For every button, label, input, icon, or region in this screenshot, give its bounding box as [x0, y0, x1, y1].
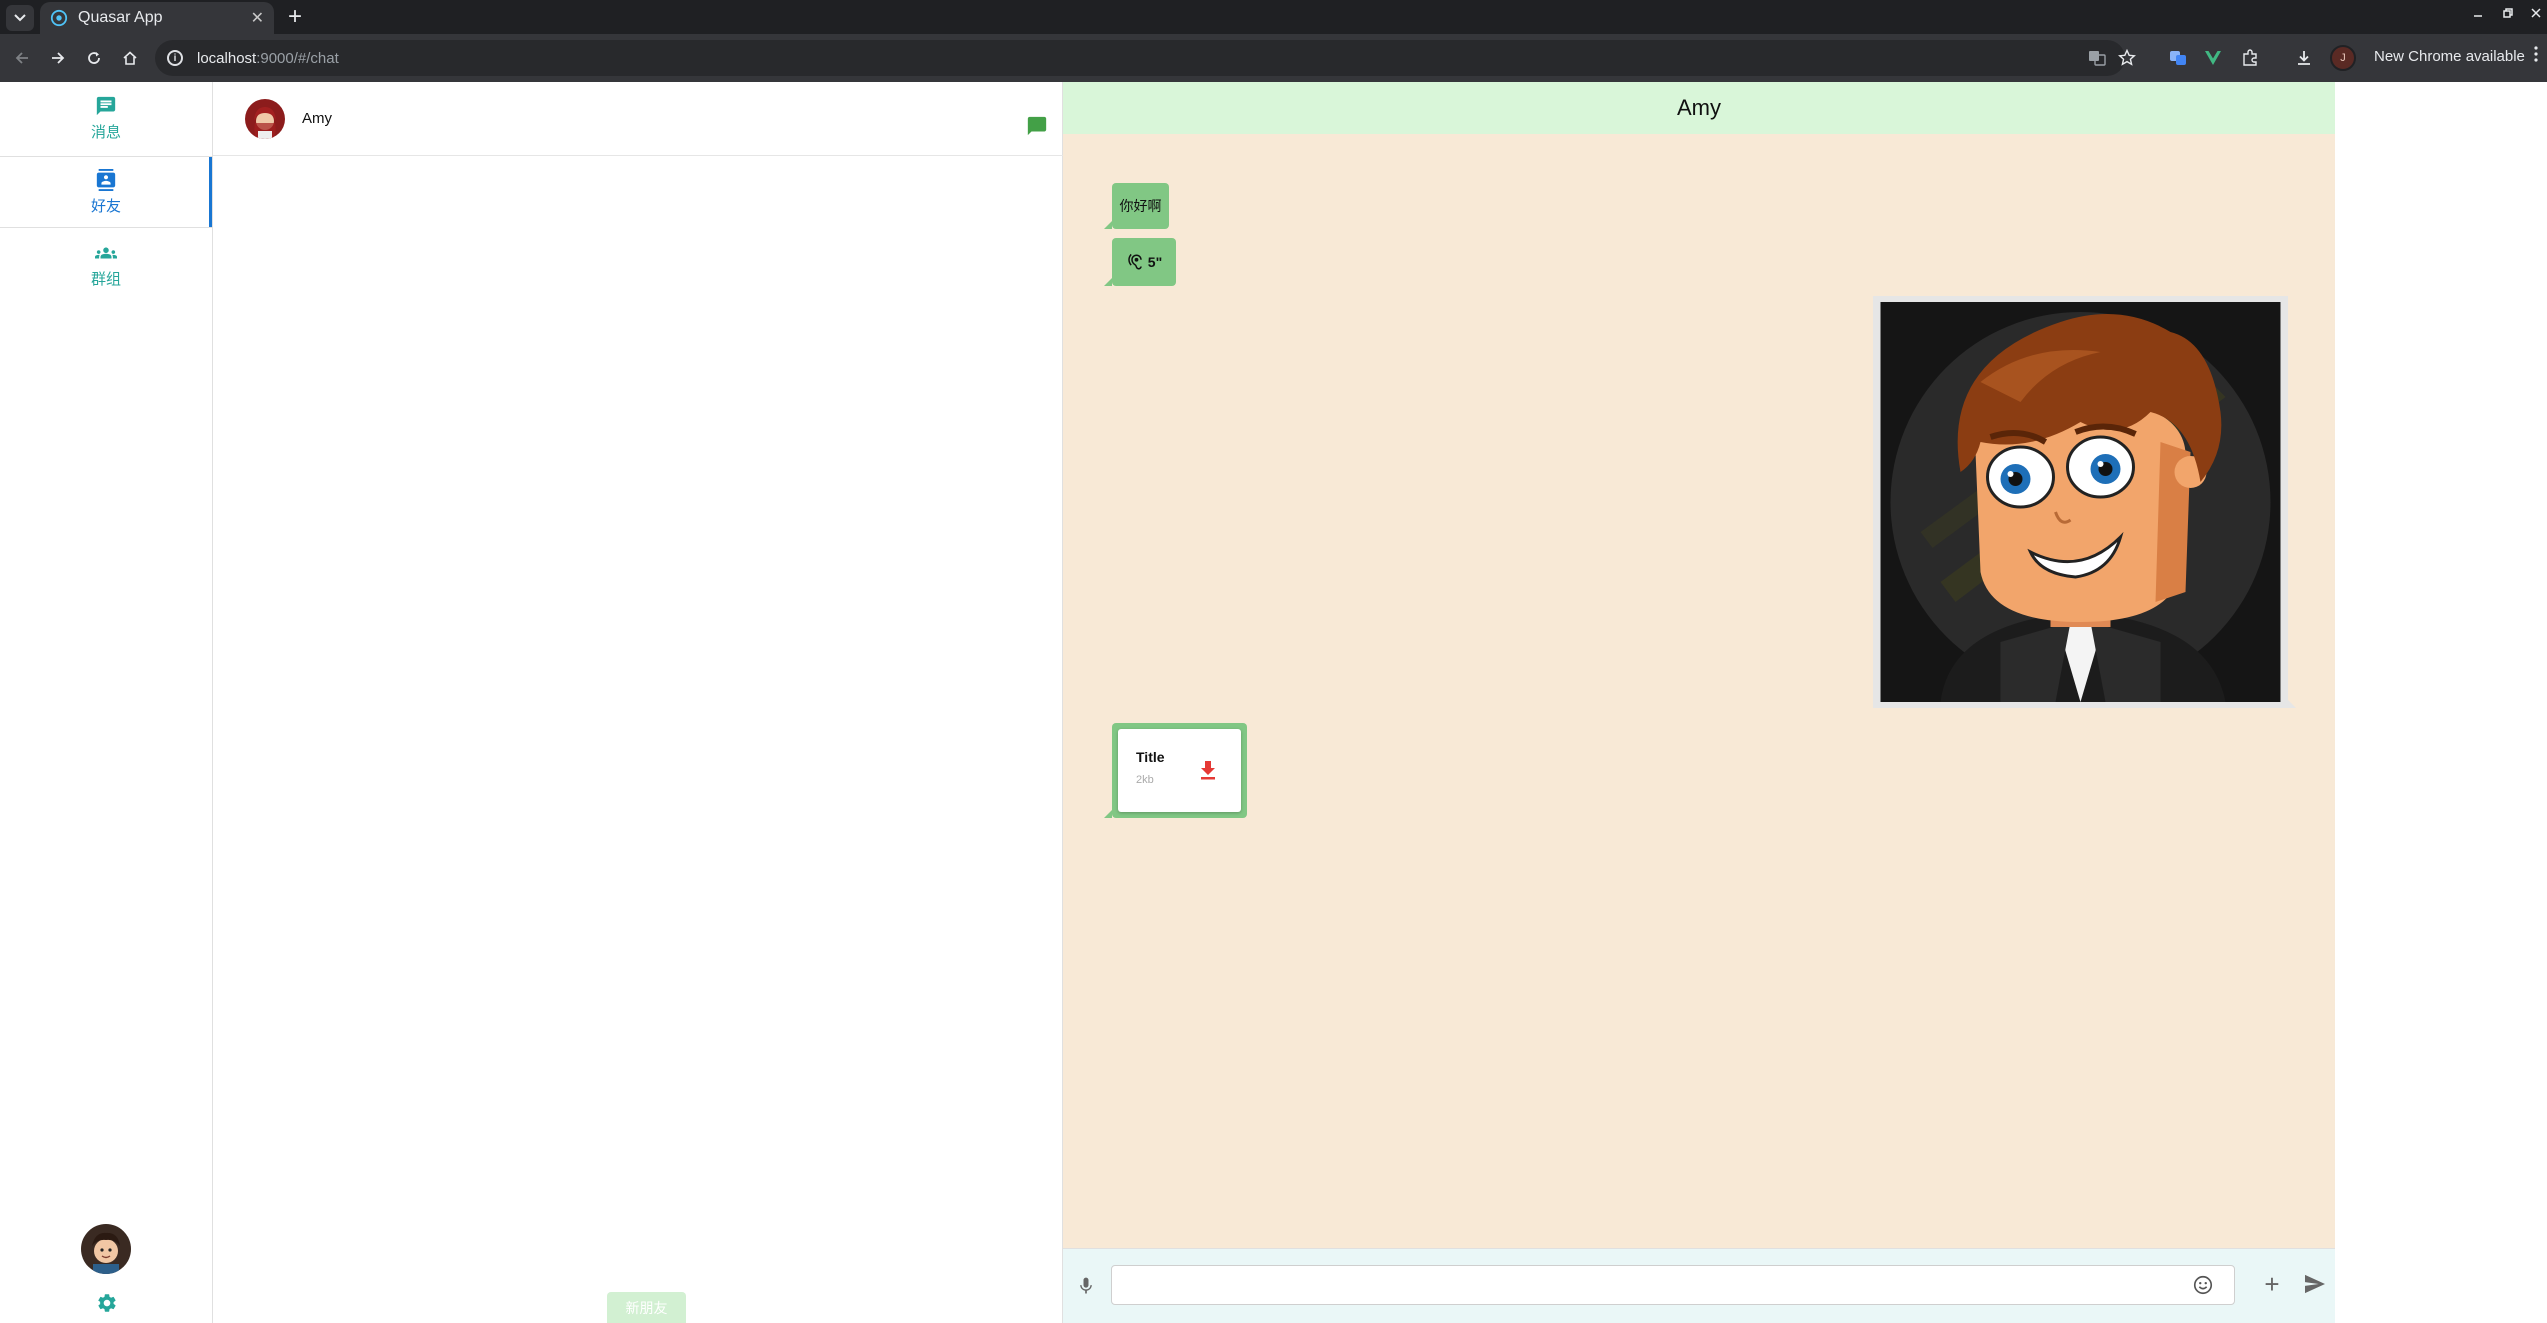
contact-avatar — [245, 98, 285, 139]
empty-right-area — [2335, 82, 2547, 1323]
translate-icon[interactable] — [2085, 46, 2109, 70]
image-message[interactable] — [1873, 296, 2296, 708]
chrome-menu-icon[interactable] — [2534, 46, 2538, 67]
message-input[interactable] — [1111, 1265, 2235, 1305]
contact-name: Amy — [302, 110, 332, 127]
contact-avatar-image — [245, 98, 285, 139]
group-icon — [95, 247, 117, 258]
send-icon[interactable] — [2304, 1274, 2328, 1296]
download-icon[interactable] — [1198, 759, 1218, 781]
chat-panel: Amy 你好啊 5" Title 2kb + — [1063, 82, 2335, 1323]
extensions-puzzle-icon[interactable] — [2238, 46, 2262, 70]
microphone-icon[interactable] — [1076, 1275, 1096, 1297]
browser-tab[interactable]: Quasar App ✕ — [40, 2, 274, 34]
close-window-icon[interactable] — [2530, 6, 2542, 24]
new-tab-button[interactable]: + — [282, 3, 308, 31]
site-info-icon[interactable]: i — [167, 50, 183, 66]
browser-toolbar: i localhost :9000/#/chat J New Chrome av… — [0, 34, 2547, 82]
avatar-cartoon-image — [1880, 302, 2281, 702]
quasar-logo-icon — [50, 9, 68, 27]
sidebar-item-label: 好友 — [90, 197, 121, 215]
url-path: :9000/#/chat — [256, 49, 339, 67]
forward-icon[interactable] — [46, 46, 70, 70]
sidebar-item-label: 群组 — [90, 270, 121, 288]
tab-close-icon[interactable]: ✕ — [251, 8, 264, 28]
chrome-update-notice[interactable]: New Chrome available — [2374, 48, 2525, 65]
contacts-icon — [96, 168, 116, 191]
message-input-bar: + — [1063, 1248, 2335, 1323]
vue-devtools-icon[interactable] — [2201, 46, 2225, 70]
tab-title: Quasar App — [78, 9, 163, 26]
back-icon[interactable] — [10, 46, 34, 70]
address-bar[interactable]: i localhost :9000/#/chat — [155, 40, 2125, 76]
url-host: localhost — [197, 49, 257, 67]
message-icon[interactable] — [1026, 115, 1048, 137]
add-attachment-icon[interactable]: + — [2259, 1271, 2285, 1297]
chat-icon — [96, 96, 116, 115]
text-message[interactable]: 你好啊 — [1104, 183, 1169, 229]
extension-translate-icon[interactable] — [2166, 46, 2190, 70]
file-size: 2kb — [1136, 774, 1154, 786]
tab-search-button[interactable] — [6, 5, 34, 31]
home-icon[interactable] — [118, 46, 142, 70]
chevron-down-icon — [14, 14, 26, 22]
sidebar-item-messages[interactable]: 消息 — [0, 82, 212, 154]
sidebar: 消息 好友 群组 — [0, 82, 213, 1323]
message-text: 你好啊 — [1119, 198, 1162, 214]
chat-title: Amy — [1063, 82, 2335, 134]
sidebar-item-label: 消息 — [90, 123, 121, 141]
restore-icon[interactable] — [2502, 6, 2514, 24]
file-card[interactable]: Title 2kb — [1118, 729, 1241, 812]
voice-message[interactable]: 5" — [1104, 238, 1176, 286]
contact-list: Amy 新朋友 — [213, 82, 1063, 1323]
file-title: Title — [1136, 749, 1165, 765]
sidebar-item-groups[interactable]: 群组 — [0, 229, 212, 301]
minimize-icon[interactable] — [2472, 6, 2484, 24]
emoji-icon[interactable] — [2192, 1274, 2214, 1296]
voice-duration: 5" — [1147, 254, 1163, 270]
file-message[interactable]: Title 2kb — [1104, 723, 1247, 818]
browser-tab-strip: Quasar App ✕ + — [0, 0, 2547, 34]
voice-ear-icon — [1128, 253, 1142, 270]
downloads-icon[interactable] — [2292, 46, 2316, 70]
chat-app: 消息 好友 群组 Amy 新朋友 Amy 你好啊 5" Title 2kb + — [0, 82, 2547, 1323]
gear-icon[interactable] — [96, 1292, 118, 1314]
my-avatar[interactable] — [81, 1224, 131, 1274]
new-friend-button[interactable]: 新朋友 — [607, 1292, 686, 1323]
reload-icon[interactable] — [82, 46, 106, 70]
profile-avatar[interactable]: J — [2330, 45, 2356, 71]
bookmark-star-icon[interactable] — [2115, 46, 2139, 70]
list-item[interactable]: Amy — [213, 82, 1063, 156]
user-avatar-image — [81, 1224, 131, 1274]
sidebar-item-friends[interactable]: 好友 — [0, 156, 212, 228]
